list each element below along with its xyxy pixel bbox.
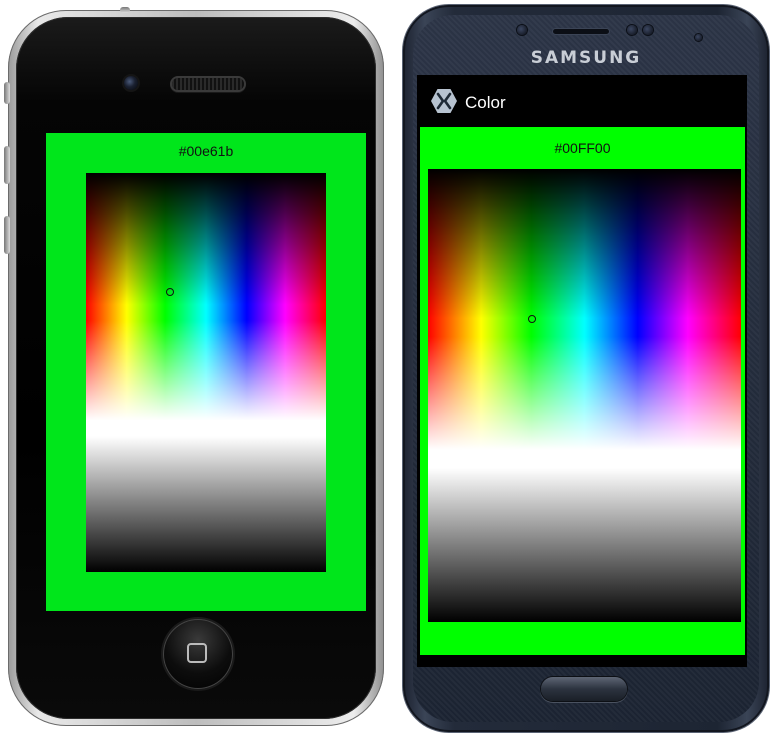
iphone-screen: #00e61b	[46, 133, 366, 611]
android-screen: Color #00FF00	[417, 75, 747, 667]
iphone-device: #00e61b	[4, 7, 384, 726]
samsung-device: SAMSUNG Color #00FF00	[403, 5, 769, 732]
brightness-overlay	[86, 173, 326, 572]
speaker-grille	[172, 78, 244, 90]
color-picker-marker[interactable]	[166, 288, 174, 296]
app-title: Color	[465, 93, 506, 112]
front-sensor-icon	[517, 25, 527, 35]
color-picker[interactable]	[428, 169, 741, 622]
brightness-overlay	[428, 169, 741, 622]
color-picker[interactable]	[86, 173, 326, 572]
action-bar: Color	[417, 75, 747, 125]
samsung-home-button[interactable]	[541, 677, 627, 701]
camera-icon	[695, 34, 702, 41]
android-content: #00FF00	[420, 127, 745, 655]
iphone-mute-switch	[4, 82, 10, 104]
iphone-face: #00e61b	[16, 17, 376, 719]
xamarin-icon[interactable]	[431, 89, 457, 113]
iphone-home-button[interactable]	[163, 619, 233, 689]
color-picker-marker[interactable]	[528, 315, 536, 323]
proximity-sensor-icon	[627, 25, 637, 35]
earpiece	[553, 29, 609, 34]
iphone-sleep-button	[120, 7, 130, 13]
brand-logo: SAMSUNG	[530, 48, 642, 68]
color-hex-label: #00e61b	[178, 143, 234, 159]
iphone-volume-up-button	[4, 146, 10, 184]
home-square-icon	[187, 643, 207, 663]
iphone-volume-down-button	[4, 216, 10, 254]
light-sensor-icon	[643, 25, 653, 35]
camera-icon	[124, 76, 138, 90]
color-hex-label: #00FF00	[554, 140, 611, 156]
